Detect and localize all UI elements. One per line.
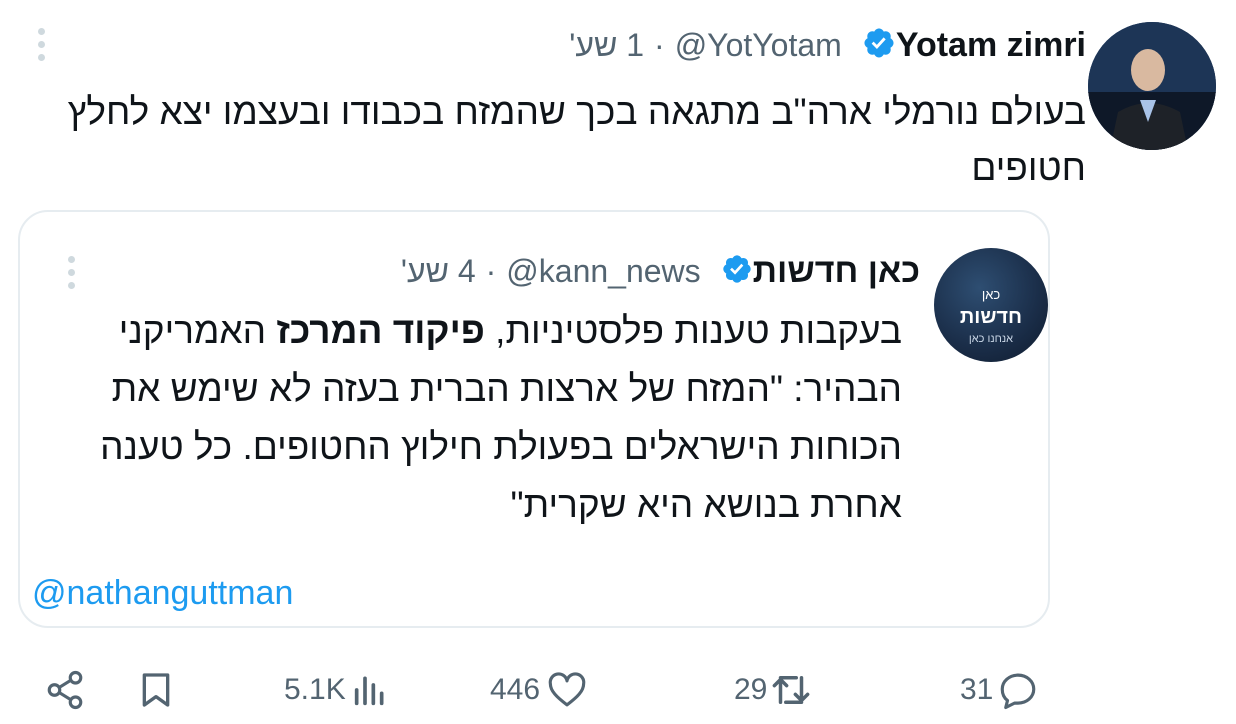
verified-badge-icon [721, 253, 753, 290]
views-button[interactable]: 5.1K [284, 662, 390, 718]
retweet-button[interactable]: 29 [734, 662, 813, 718]
kann-logo: כאן חדשות אנחנו כאן [959, 287, 1023, 345]
like-button[interactable]: 446 [490, 662, 590, 718]
more-options-icon[interactable] [36, 28, 46, 68]
bold-entity: פיקוד המרכז [276, 310, 485, 351]
reply-button[interactable]: 31 [960, 662, 1041, 718]
quoted-tweet-time[interactable]: 4 שע' [401, 253, 476, 290]
quoted-author-avatar[interactable]: כאן חדשות אנחנו כאן [934, 248, 1048, 362]
tweet-time[interactable]: 1 שע' [569, 27, 644, 64]
reply-icon [1001, 673, 1036, 710]
heart-icon [548, 672, 586, 707]
retweet-icon [773, 676, 810, 704]
tweet-header: Yotam zimri @YotYotam · 1 שע' [569, 22, 1086, 68]
likes-count: 446 [490, 673, 541, 706]
verified-badge-icon [862, 26, 896, 65]
mention-link[interactable]: @nathanguttman [32, 574, 293, 613]
views-count: 5.1K [284, 673, 346, 706]
author-handle[interactable]: @YotYotam [675, 27, 842, 64]
quoted-author-name[interactable]: כאן חדשות [753, 252, 920, 291]
author-name[interactable]: Yotam zimri [896, 26, 1086, 65]
quoted-tweet-text: בעקבות טענות פלסטיניות, פיקוד המרכז האמר… [100, 310, 902, 525]
views-chart-icon [354, 676, 384, 706]
quoted-tweet[interactable]: כאן חדשות אנחנו כאן כאן חדשות @kann_news… [18, 210, 1050, 628]
quoted-more-options-icon[interactable] [66, 256, 76, 296]
share-button[interactable] [44, 662, 86, 718]
avatar-portrait [1088, 22, 1216, 150]
action-bar: 5.1K 446 29 31 [0, 662, 1236, 718]
quoted-header: כאן חדשות @kann_news · 4 שע' [401, 248, 920, 294]
quoted-author-handle[interactable]: @kann_news [506, 253, 700, 290]
meta-separator: · [654, 26, 665, 63]
bookmark-button[interactable] [136, 662, 176, 718]
share-icon [47, 670, 83, 710]
meta-separator: · [485, 252, 497, 289]
replies-count: 31 [960, 673, 994, 706]
author-avatar[interactable] [1088, 22, 1216, 150]
tweet-text: בעולם נורמלי ארה"ב מתגאה בכך שהמזח בכבוד… [67, 91, 1086, 188]
bookmark-icon [142, 673, 170, 707]
retweets-count: 29 [734, 673, 768, 706]
